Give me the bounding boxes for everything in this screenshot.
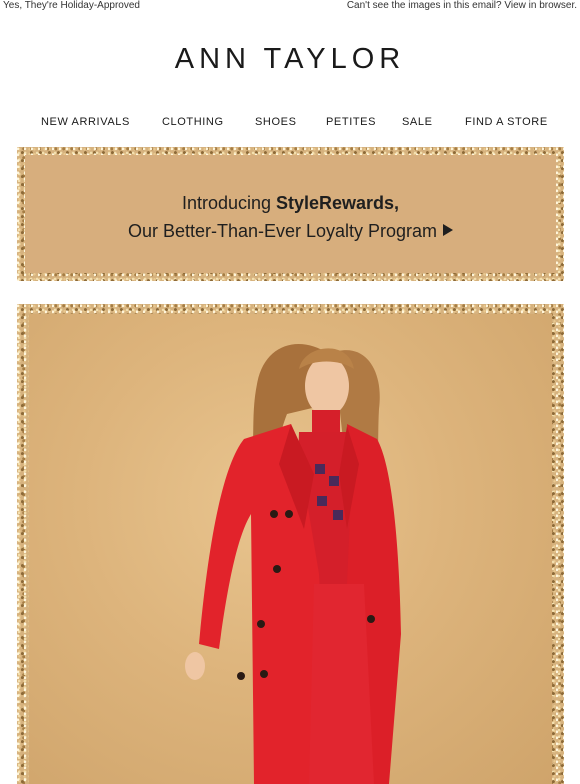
play-arrow-icon xyxy=(443,224,454,236)
banner-subline: Our Better-Than-Ever Loyalty Program xyxy=(25,221,556,242)
banner-headline: Introducing StyleRewards, xyxy=(181,193,400,213)
preheader: Yes, They're Holiday-Approved Can't see … xyxy=(0,0,580,14)
preheader-text: Yes, They're Holiday-Approved xyxy=(3,0,140,11)
nav-petites[interactable]: PETITES xyxy=(326,116,376,128)
view-in-browser-link[interactable]: Can't see the images in this email? View… xyxy=(347,0,577,12)
model-red-coat-photo xyxy=(29,314,552,784)
nav-sale[interactable]: SALE xyxy=(402,116,433,128)
stylerewards-banner[interactable]: Introducing StyleRewards, Our Better-Tha… xyxy=(17,147,564,281)
brand-logo[interactable]: ANN TAYLOR xyxy=(0,43,580,76)
nav-clothing[interactable]: CLOTHING xyxy=(162,116,224,128)
banner-panel: Introducing StyleRewards, Our Better-Tha… xyxy=(25,155,556,273)
nav-shoes[interactable]: SHOES xyxy=(255,116,297,128)
hero-image-frame[interactable] xyxy=(17,304,564,784)
nav-new-arrivals[interactable]: NEW ARRIVALS xyxy=(41,116,130,128)
nav-find-a-store[interactable]: FIND A STORE xyxy=(465,116,548,128)
stylerewards-name: StyleRewards, xyxy=(276,193,400,213)
model-illustration xyxy=(185,344,401,784)
main-nav: NEW ARRIVALS CLOTHING SHOES PETITES SALE… xyxy=(0,116,580,132)
